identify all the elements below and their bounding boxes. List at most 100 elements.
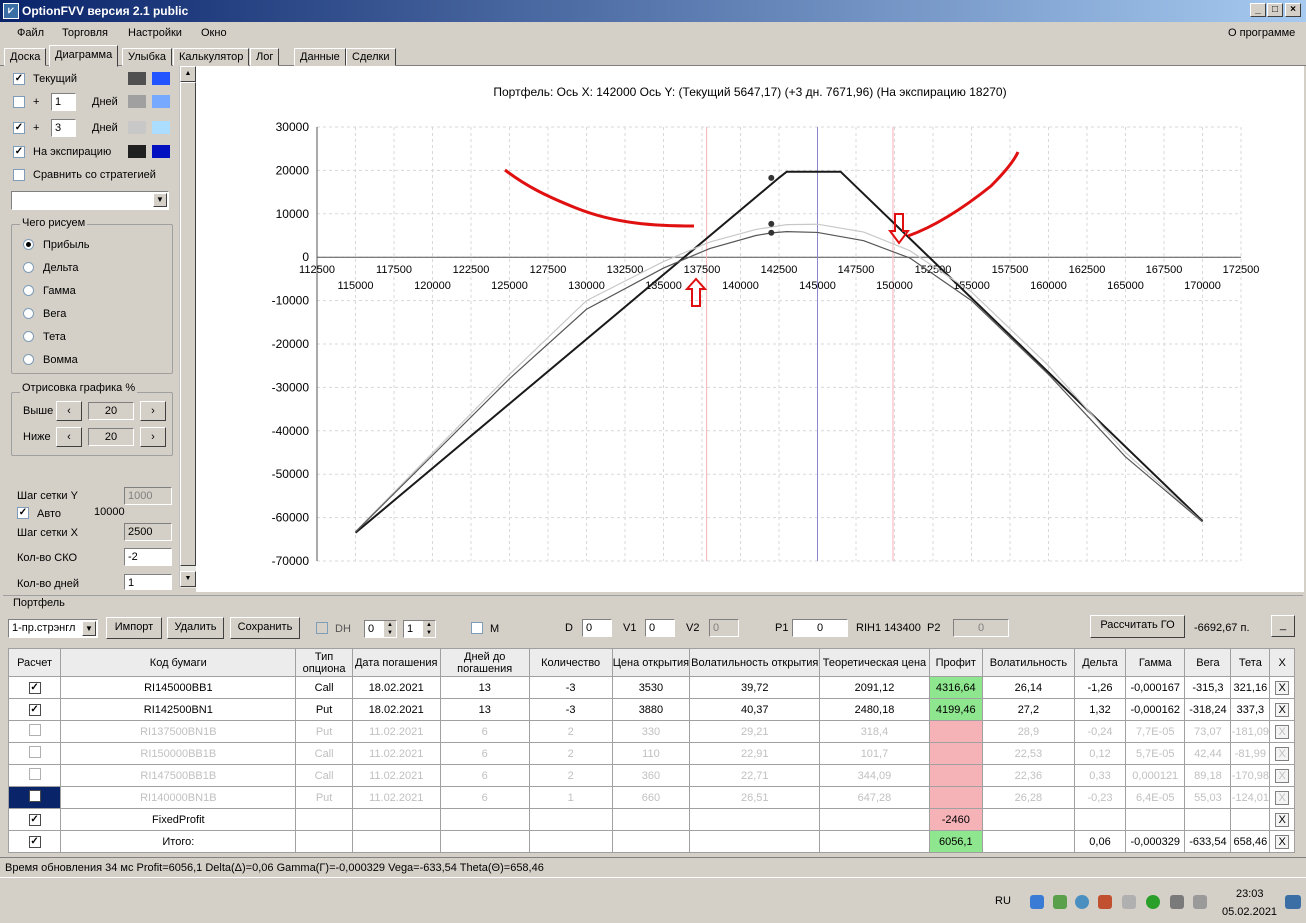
cell-code[interactable]: FixedProfit xyxy=(60,808,297,831)
cell-qty[interactable]: 2 xyxy=(528,764,613,787)
calc-checkbox[interactable] xyxy=(28,724,41,736)
remove-row-button[interactable]: X xyxy=(1275,790,1290,805)
menu-window[interactable]: Окно xyxy=(201,27,227,39)
cell-theor[interactable]: 647,28 xyxy=(819,786,930,809)
cell-type[interactable]: Put xyxy=(295,720,353,743)
cell-gamma[interactable]: 7,7E-05 xyxy=(1125,720,1186,743)
cell-days[interactable]: 6 xyxy=(439,764,530,787)
cell-profit[interactable] xyxy=(928,720,983,743)
cell-profit[interactable] xyxy=(928,764,983,787)
cell-date[interactable]: 11.02.2021 xyxy=(351,720,441,743)
col-theta[interactable]: Тета xyxy=(1230,648,1271,677)
cell-code[interactable]: RI137500BN1B xyxy=(60,720,297,743)
cell-gamma[interactable]: -0,000162 xyxy=(1125,698,1186,721)
cell-delta[interactable]: 1,32 xyxy=(1073,698,1127,721)
cell-days[interactable]: 13 xyxy=(439,698,530,721)
menu-about[interactable]: О программе xyxy=(1228,27,1295,39)
cell-delta[interactable]: -1,26 xyxy=(1073,676,1127,699)
d-input[interactable]: 0 xyxy=(582,619,612,637)
tab-board[interactable]: Доска xyxy=(4,48,47,66)
cell-qty[interactable]: -3 xyxy=(528,698,613,721)
cell-vol[interactable]: 26,28 xyxy=(981,786,1075,809)
scrollbar-thumb[interactable] xyxy=(180,82,196,566)
table-row[interactable]: ✓ RI145000BB1 Call 18.02.2021 13 -3 3530… xyxy=(7,676,1295,699)
cell-vol-open[interactable]: 40,37 xyxy=(689,698,821,721)
plus2-checkbox[interactable]: ✓ xyxy=(13,122,25,134)
plus2-color-swatch-2[interactable] xyxy=(152,121,170,134)
close-window-button[interactable]: × xyxy=(1285,3,1301,17)
cell-type[interactable]: Put xyxy=(295,698,353,721)
col-vol[interactable]: Волатильность xyxy=(981,648,1075,677)
cell-profit[interactable]: 4316,64 xyxy=(928,676,983,699)
auto-checkbox[interactable]: ✓ xyxy=(17,507,29,519)
above-value[interactable]: 20 xyxy=(88,402,134,420)
cell-price[interactable]: 660 xyxy=(611,786,691,809)
current-checkbox[interactable]: ✓ xyxy=(13,73,25,85)
plus1-days-input[interactable]: 1 xyxy=(51,93,76,111)
cell-profit[interactable]: 4199,46 xyxy=(928,698,983,721)
col-days[interactable]: Дней до погашения xyxy=(439,648,530,677)
cell-theor[interactable]: 2091,12 xyxy=(819,676,930,699)
days-count-input[interactable]: 1 xyxy=(124,574,172,590)
minimize-panel-button[interactable]: _ xyxy=(1271,615,1295,637)
cell-price[interactable]: 330 xyxy=(611,720,691,743)
table-row-fixed-profit[interactable]: ✓ FixedProfit -2460 X xyxy=(7,808,1295,831)
tab-smile[interactable]: Улыбка xyxy=(122,48,173,66)
radio-vega[interactable] xyxy=(23,308,34,319)
m-checkbox[interactable] xyxy=(471,622,483,634)
col-price[interactable]: Цена открытия xyxy=(611,648,691,677)
import-button[interactable]: Импорт xyxy=(106,617,162,639)
plus1-color-swatch[interactable] xyxy=(128,95,146,108)
grid-step-y-input[interactable]: 1000 xyxy=(124,487,172,505)
radio-gamma[interactable] xyxy=(23,285,34,296)
show-desktop-icon[interactable] xyxy=(1285,895,1301,909)
cell-theor[interactable]: 101,7 xyxy=(819,742,930,765)
expiry-color-swatch-2[interactable] xyxy=(152,145,170,158)
remove-row-button[interactable]: X xyxy=(1275,680,1290,695)
table-row[interactable]: RI140000BN1B Put 11.02.2021 6 1 660 26,5… xyxy=(7,786,1295,809)
v2-input[interactable]: 0 xyxy=(709,619,739,637)
calc-checkbox[interactable] xyxy=(28,790,41,802)
calc-checkbox[interactable] xyxy=(28,768,41,780)
sko-input[interactable]: -2 xyxy=(124,548,172,566)
cell-code[interactable]: RI140000BN1B xyxy=(60,786,297,809)
cell-gamma[interactable]: 5,7E-05 xyxy=(1125,742,1186,765)
cell-delta[interactable]: 0,12 xyxy=(1073,742,1127,765)
menu-trading[interactable]: Торговля xyxy=(62,27,108,39)
language-indicator[interactable]: RU xyxy=(995,895,1011,907)
compare-checkbox[interactable] xyxy=(13,169,25,181)
table-row[interactable]: RI137500BN1B Put 11.02.2021 6 2 330 29,2… xyxy=(7,720,1295,743)
col-code[interactable]: Код бумаги xyxy=(60,648,297,677)
cell-delta[interactable]: -0,23 xyxy=(1073,786,1127,809)
col-theor[interactable]: Теоретическая цена xyxy=(819,648,930,677)
cell-gamma[interactable]: -0,000167 xyxy=(1125,676,1186,699)
grid-step-x-input[interactable]: 2500 xyxy=(124,523,172,541)
cell-delta[interactable]: 0,33 xyxy=(1073,764,1127,787)
check-tray-icon[interactable] xyxy=(1146,895,1160,909)
remove-row-button[interactable]: X xyxy=(1275,812,1290,827)
cell-theor[interactable]: 2480,18 xyxy=(819,698,930,721)
cell-profit[interactable] xyxy=(928,786,983,809)
tab-calculator[interactable]: Калькулятор xyxy=(173,48,250,66)
expiry-checkbox[interactable]: ✓ xyxy=(13,146,25,158)
cell-gamma[interactable]: 6,4E-05 xyxy=(1125,786,1186,809)
cell-vol[interactable]: 27,2 xyxy=(981,698,1075,721)
tab-deals[interactable]: Сделки xyxy=(346,48,396,66)
scroll-up-arrow-icon[interactable]: ▲ xyxy=(180,66,196,82)
cell-code[interactable]: RI150000BB1B xyxy=(60,742,297,765)
tab-log[interactable]: Лог xyxy=(250,48,280,66)
maximize-window-button[interactable]: □ xyxy=(1267,3,1283,17)
cell-vega[interactable]: -318,24 xyxy=(1184,698,1232,721)
col-profit[interactable]: Профит xyxy=(928,648,983,677)
calc-go-button[interactable]: Рассчитать ГО xyxy=(1090,615,1185,638)
cell-theta[interactable]: -170,98 xyxy=(1230,764,1271,787)
plus1-checkbox[interactable] xyxy=(13,96,25,108)
tab-data[interactable]: Данные xyxy=(294,48,346,66)
remove-row-button[interactable]: X xyxy=(1275,768,1290,783)
menu-settings[interactable]: Настройки xyxy=(128,27,182,39)
cell-delta[interactable]: -0,24 xyxy=(1073,720,1127,743)
cell-qty[interactable]: 1 xyxy=(528,786,613,809)
remove-row-button[interactable]: X xyxy=(1275,724,1290,739)
strategy-select[interactable]: 1-пр.стрэнгл ▼ xyxy=(8,619,98,638)
menu-file[interactable]: Файл xyxy=(17,27,44,39)
